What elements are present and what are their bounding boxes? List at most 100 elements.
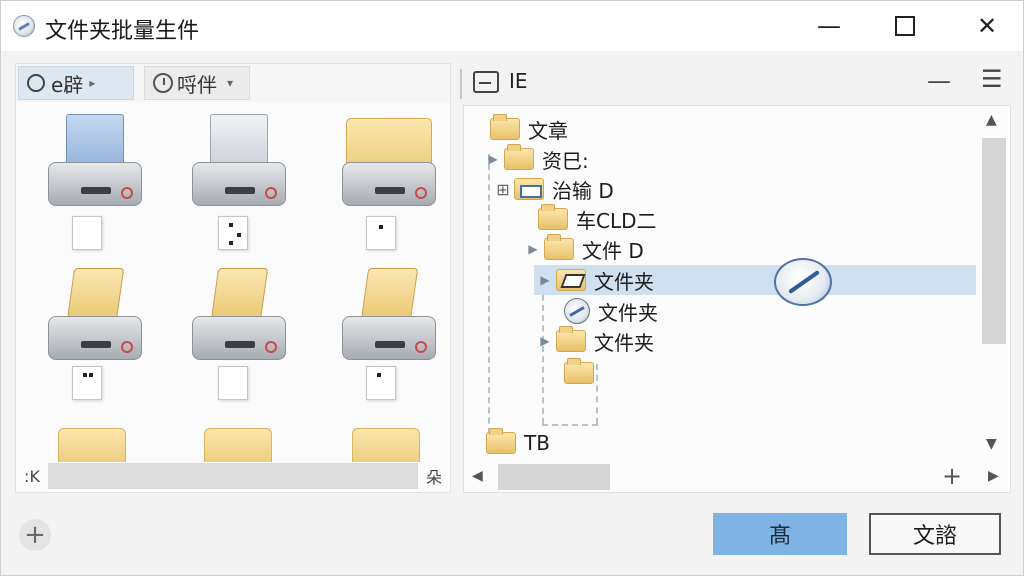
folder-tile[interactable]: [334, 114, 444, 209]
drive-icon: [342, 162, 436, 206]
tree-item-label: 文件夹: [594, 269, 654, 294]
tree-item-label: TB: [524, 431, 550, 455]
tree-item[interactable]: 文章: [490, 114, 568, 144]
left-toolbar: e辟 ▸ 哷伴 ▾: [16, 64, 450, 102]
scroll-left-button[interactable]: ◀: [472, 468, 483, 484]
app-disk-icon: [13, 15, 35, 37]
file-thumbnail[interactable]: [366, 216, 396, 250]
tree-item-label: 治输 D: [552, 178, 614, 203]
icon-grid: [16, 104, 450, 462]
dot-mark: [379, 225, 383, 229]
triangle-right-icon: ▸: [89, 76, 96, 90]
expand-arrow-icon[interactable]: ▶: [482, 152, 504, 166]
scroll-thumb[interactable]: [48, 463, 418, 489]
drive-icon: [48, 162, 142, 206]
tree-item[interactable]: ▶ 文件夹: [534, 326, 654, 356]
horizontal-scroll-thumb[interactable]: [498, 464, 610, 490]
file-thumbnail[interactable]: [72, 216, 102, 250]
tree-item-selected[interactable]: ▶ 文件夹: [534, 265, 976, 295]
scroll-down-button[interactable]: ▼: [986, 436, 997, 452]
dot-mark: [377, 373, 381, 377]
tree-item[interactable]: ▶ 文件 D: [522, 234, 644, 264]
dot-mark: [89, 373, 93, 377]
minimize-button[interactable]: —: [799, 1, 859, 51]
menu-button[interactable]: ☰: [981, 65, 1003, 93]
view-button-label: e辟: [51, 72, 84, 97]
dot-mark: [83, 373, 87, 377]
folder-tree: 文章 ▶ 资巳: ⊞ 治输 D 车CLD二 ▶ 文件 D ▶ 文件夹 文件夹 ▶…: [464, 106, 976, 458]
tree-item-label: 文件夹: [594, 330, 654, 355]
scroll-up-button[interactable]: ▲: [986, 112, 997, 128]
file-thumbnail[interactable]: [366, 366, 396, 400]
drive-icon: [192, 316, 286, 360]
drive-tile-grey[interactable]: [184, 114, 294, 209]
folder-icon[interactable]: [352, 428, 420, 462]
tree-item-label: 车CLD二: [576, 208, 657, 233]
file-thumbnail[interactable]: [218, 216, 248, 250]
folder-drive-tile[interactable]: [40, 268, 150, 363]
right-pane-header: IE — ☰: [467, 63, 1011, 103]
drive-icon: [48, 316, 142, 360]
dot-mark: [229, 241, 233, 245]
tree-item-label: 文件夹: [598, 300, 658, 325]
expand-arrow-icon[interactable]: ▶: [534, 334, 556, 348]
vertical-scroll-thumb[interactable]: [982, 138, 1006, 344]
disk-icon: [564, 298, 590, 324]
clock-icon: [153, 73, 173, 93]
folder-icon[interactable]: [58, 428, 126, 462]
left-pane: e辟 ▸ 哷伴 ▾:K 朵: [15, 63, 451, 493]
left-horizontal-scrollbar[interactable]: :K 朵: [16, 462, 450, 490]
file-thumbnail[interactable]: [218, 366, 248, 400]
folder-drive-tile[interactable]: [334, 268, 444, 363]
tree-item[interactable]: 文件夹: [564, 296, 658, 326]
expand-box-icon[interactable]: ⊞: [492, 180, 514, 199]
close-button[interactable]: ✕: [957, 1, 1017, 51]
expand-arrow-icon[interactable]: ▶: [522, 242, 544, 256]
secondary-button[interactable]: 文諮: [869, 513, 1001, 555]
tree-item-label: 资巳:: [542, 148, 589, 173]
sort-button[interactable]: 哷伴 ▾: [144, 66, 250, 100]
tree-item-label: 文章: [528, 118, 568, 143]
expand-arrow-icon[interactable]: ▶: [534, 273, 556, 287]
file-thumbnail[interactable]: [72, 366, 102, 400]
tree-item[interactable]: ⊞ 治输 D: [492, 174, 614, 204]
horizontal-scrollbar[interactable]: ◀ + ▶: [464, 462, 1010, 492]
folder-outline-icon: [473, 71, 499, 93]
dot-mark: [229, 223, 233, 227]
title-bar: 文件夹批量生件 — ✕: [1, 1, 1023, 51]
plus-icon[interactable]: +: [942, 462, 962, 490]
pane-divider[interactable]: [460, 69, 462, 99]
scroll-left-label: :K: [24, 466, 40, 486]
folder-icon: [538, 204, 568, 230]
tree-item[interactable]: TB: [486, 428, 550, 458]
folder-drive-tile[interactable]: [184, 268, 294, 363]
add-button[interactable]: +: [19, 519, 51, 551]
scroll-right-button[interactable]: ▶: [988, 468, 999, 484]
tree-item[interactable]: ▶ 资巳:: [482, 144, 589, 174]
folder-icon[interactable]: [204, 428, 272, 462]
primary-button[interactable]: 髙: [713, 513, 847, 555]
drive-icon: [192, 162, 286, 206]
folder-icon: [504, 144, 534, 170]
drive-tile-blue[interactable]: [40, 114, 150, 209]
folder-icon: [556, 326, 586, 352]
folder-icon: [490, 114, 520, 140]
window-title: 文件夹批量生件: [45, 19, 200, 44]
collapse-button[interactable]: —: [927, 67, 951, 95]
vertical-scrollbar[interactable]: ▲ ▼: [978, 106, 1010, 458]
folder-blue-icon: [514, 178, 544, 200]
scroll-right-label: 朵: [425, 468, 442, 487]
folder-icon: [564, 358, 594, 384]
drag-disk-icon[interactable]: [774, 258, 832, 306]
dot-mark: [237, 233, 241, 237]
folder-tree-pane: 文章 ▶ 资巳: ⊞ 治输 D 车CLD二 ▶ 文件 D ▶ 文件夹 文件夹 ▶…: [463, 105, 1011, 493]
folder-icon: [544, 234, 574, 260]
maximize-button[interactable]: [875, 1, 935, 51]
maximize-icon: [895, 16, 915, 36]
right-pane-title: IE: [509, 69, 528, 93]
folder-icon: [486, 428, 516, 454]
tree-item[interactable]: [564, 358, 602, 388]
view-button[interactable]: e辟 ▸: [18, 66, 134, 100]
tree-item[interactable]: 车CLD二: [538, 204, 657, 234]
tree-guide-line: [542, 424, 598, 426]
